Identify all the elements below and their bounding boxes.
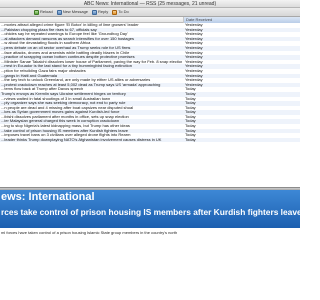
new-message-button[interactable]: New Message xyxy=(56,8,89,16)
article-banner: ews: International rces take control of … xyxy=(0,190,302,228)
message-preview: ews: International rces take control of … xyxy=(0,190,302,300)
todo-button[interactable]: To Do xyxy=(111,8,129,16)
todo-icon xyxy=(112,9,118,15)
todo-label: To Do xyxy=(118,9,129,14)
reply-label: Reply xyxy=(98,9,109,14)
reload-label: Reload xyxy=(40,9,53,14)
reload-icon xyxy=(34,9,39,15)
window-title: ABC News: International — RSS (25 messag… xyxy=(83,1,217,7)
reply-icon xyxy=(92,9,98,15)
window-titlebar: ABC News: International — RSS (25 messag… xyxy=(0,0,300,8)
new-message-label: New Message xyxy=(62,9,89,14)
toolbar: Reload New Message Reply To Do xyxy=(0,8,300,17)
message-headline: ...leader thinks Trump downplaying NATO'… xyxy=(1,137,162,142)
message-date: Today xyxy=(185,137,196,142)
article-summary: ml forces have taken control of a prison… xyxy=(1,230,178,235)
new-message-icon xyxy=(56,9,62,15)
reload-button[interactable]: Reload xyxy=(33,8,54,16)
article-headline[interactable]: rces take control of prison housing IS m… xyxy=(1,207,302,217)
feed-name: ews: International xyxy=(1,191,95,203)
message-list[interactable]: ...mories attract alleged crime figure '… xyxy=(0,23,300,187)
reply-button[interactable]: Reply xyxy=(91,8,109,16)
message-row[interactable]: ...leader thinks Trump downplaying NATO'… xyxy=(0,137,300,143)
